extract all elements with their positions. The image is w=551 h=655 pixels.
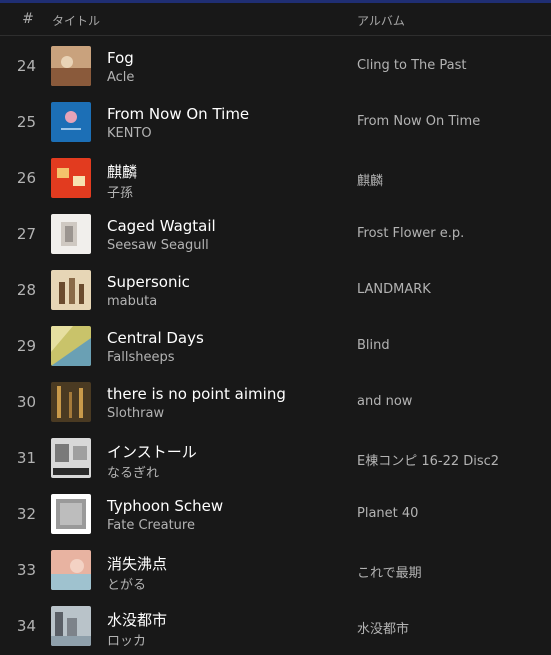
track-number: 25 [16,113,36,131]
album-cover[interactable] [51,214,91,254]
header-album-column[interactable]: アルバム [357,12,405,29]
track-album[interactable]: これで最期 [357,562,422,581]
track-row[interactable]: 33 消失沸点 とがる これで最期 [0,542,551,598]
track-title[interactable]: Fog [107,49,134,67]
track-list: 24 Fog Acle Cling to The Past 25 From No… [0,38,551,654]
track-title[interactable]: Typhoon Schew [107,497,223,515]
track-artist[interactable]: Fallsheeps [107,350,175,365]
album-cover[interactable] [51,46,91,86]
track-album[interactable]: and now [357,394,412,409]
track-album[interactable]: Planet 40 [357,506,418,521]
track-album[interactable]: From Now On Time [357,114,480,129]
track-row[interactable]: 28 Supersonic mabuta LANDMARK [0,262,551,318]
track-album[interactable]: E棟コンピ 16-22 Disc2 [357,450,499,469]
track-title[interactable]: 麒麟 [107,161,137,182]
track-row[interactable]: 30 there is no point aiming Slothraw and… [0,374,551,430]
track-album[interactable]: 麒麟 [357,170,383,189]
track-row[interactable]: 31 インストール なるぎれ E棟コンピ 16-22 Disc2 [0,430,551,486]
track-row[interactable]: 25 From Now On Time KENTO From Now On Ti… [0,94,551,150]
album-cover[interactable] [51,606,91,646]
track-title[interactable]: Central Days [107,329,204,347]
track-artist[interactable]: 子孫 [107,182,133,201]
track-number: 27 [16,225,36,243]
album-cover[interactable] [51,438,91,478]
track-album[interactable]: LANDMARK [357,282,431,297]
album-cover[interactable] [51,382,91,422]
header-title-column[interactable]: タイトル [52,12,100,29]
track-number: 30 [16,393,36,411]
track-title[interactable]: インストール [107,441,197,462]
track-album[interactable]: Blind [357,338,390,353]
track-number: 26 [16,169,36,187]
track-row[interactable]: 34 水没都市 ロッカ 水没都市 [0,598,551,654]
track-title[interactable]: 消失沸点 [107,553,167,574]
track-number: 28 [16,281,36,299]
track-album[interactable]: Frost Flower e.p. [357,226,464,241]
track-title[interactable]: From Now On Time [107,105,249,123]
album-cover[interactable] [51,102,91,142]
track-row[interactable]: 27 Caged Wagtail Seesaw Seagull Frost Fl… [0,206,551,262]
album-cover[interactable] [51,270,91,310]
track-title[interactable]: there is no point aiming [107,385,286,403]
album-cover[interactable] [51,326,91,366]
album-cover[interactable] [51,550,91,590]
track-title[interactable]: Caged Wagtail [107,217,216,235]
track-artist[interactable]: ロッカ [107,630,146,649]
track-number: 24 [16,57,36,75]
track-row[interactable]: 29 Central Days Fallsheeps Blind [0,318,551,374]
track-row[interactable]: 24 Fog Acle Cling to The Past [0,38,551,94]
album-cover[interactable] [51,494,91,534]
track-row[interactable]: 26 麒麟 子孫 麒麟 [0,150,551,206]
track-number: 32 [16,505,36,523]
track-artist[interactable]: mabuta [107,294,157,309]
track-artist[interactable]: Acle [107,70,134,85]
track-album[interactable]: Cling to The Past [357,58,467,73]
tracklist-header: # タイトル アルバム [0,3,551,36]
album-cover[interactable] [51,158,91,198]
track-title[interactable]: 水没都市 [107,609,167,630]
track-number: 33 [16,561,36,579]
track-artist[interactable]: KENTO [107,126,152,141]
track-number: 34 [16,617,36,635]
tracklist-view: # タイトル アルバム 24 Fog Acle Cling to The Pas… [0,0,551,655]
track-title[interactable]: Supersonic [107,273,190,291]
track-artist[interactable]: Fate Creature [107,518,195,533]
track-artist[interactable]: Seesaw Seagull [107,238,209,253]
track-album[interactable]: 水没都市 [357,618,409,637]
track-artist[interactable]: Slothraw [107,406,164,421]
track-number: 29 [16,337,36,355]
track-row[interactable]: 32 Typhoon Schew Fate Creature Planet 40 [0,486,551,542]
track-artist[interactable]: とがる [107,574,146,593]
track-number: 31 [16,449,36,467]
track-artist[interactable]: なるぎれ [107,462,159,481]
header-number-column[interactable]: # [20,11,36,27]
